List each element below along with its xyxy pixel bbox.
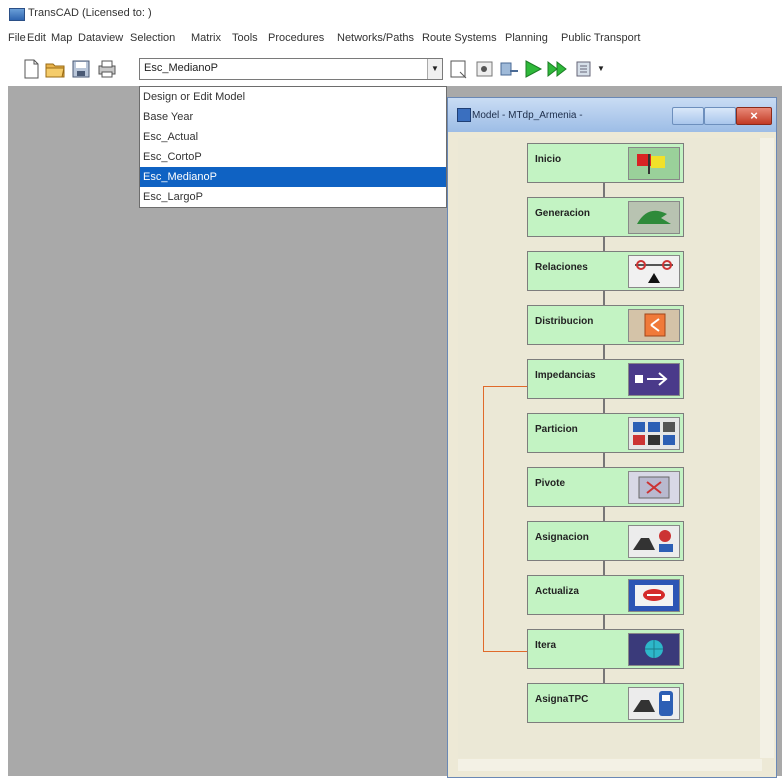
update-monitor-icon: [628, 579, 680, 612]
fast-forward-icon[interactable]: [546, 58, 568, 80]
transit-assignment-icon: [628, 687, 680, 720]
print-icon[interactable]: [96, 58, 118, 80]
step-label: Inicio: [535, 154, 562, 165]
model-list-chevron-down-icon[interactable]: ▼: [597, 64, 605, 73]
menu-bar: File Edit Map Dataview Selection Matrix …: [0, 30, 782, 50]
transcad-app-icon: [9, 8, 25, 21]
model-window: Model - MTdp_Armenia - × Inicio Generaci…: [447, 97, 777, 778]
modal-split-icon: [628, 417, 680, 450]
pivot-icon: [628, 471, 680, 504]
step-inicio[interactable]: Inicio: [527, 143, 684, 183]
close-button[interactable]: ×: [736, 107, 772, 125]
dropdown-option-design-model[interactable]: Design or Edit Model: [140, 87, 446, 107]
connector-line: [603, 559, 605, 575]
step-distribucion[interactable]: Distribucion: [527, 305, 684, 345]
connector-line: [603, 397, 605, 413]
menu-file[interactable]: File: [8, 32, 26, 44]
step-asignacion[interactable]: Asignacion: [527, 521, 684, 561]
connector-line: [603, 289, 605, 305]
dropdown-option-base-year[interactable]: Base Year: [140, 107, 446, 127]
menu-selection[interactable]: Selection: [130, 32, 175, 44]
chevron-down-icon[interactable]: ▼: [427, 59, 442, 79]
step-label: AsignaTPC: [535, 694, 589, 705]
connector-line: [603, 505, 605, 521]
play-icon[interactable]: [522, 58, 544, 80]
model-list-icon[interactable]: [574, 58, 596, 80]
step-actualiza[interactable]: Actualiza: [527, 575, 684, 615]
step-label: Asignacion: [535, 532, 589, 543]
menu-edit[interactable]: Edit: [27, 32, 46, 44]
balance-scale-icon: [628, 255, 680, 288]
menu-public-transport[interactable]: Public Transport: [561, 32, 640, 44]
connector-line: [603, 667, 605, 683]
menu-matrix[interactable]: Matrix: [191, 32, 221, 44]
step-particion[interactable]: Particion: [527, 413, 684, 453]
dropdown-option-esc-medianop[interactable]: Esc_MedianoP: [140, 167, 446, 187]
app-title: TransCAD (Licensed to: ): [28, 7, 152, 19]
menu-planning[interactable]: Planning: [505, 32, 548, 44]
vertical-scrollbar[interactable]: [760, 138, 774, 758]
open-folder-icon[interactable]: [44, 58, 66, 80]
dropdown-option-esc-largop[interactable]: Esc_LargoP: [140, 187, 446, 207]
step-label: Relaciones: [535, 262, 588, 273]
step-generacion[interactable]: Generacion: [527, 197, 684, 237]
maximize-button[interactable]: [704, 107, 736, 125]
app-title-bar: TransCAD (Licensed to: ): [0, 0, 782, 26]
model-flowchart-canvas: Inicio Generacion Relaciones Distribucio…: [458, 138, 762, 758]
connector-line: [603, 343, 605, 359]
connector-line: [603, 451, 605, 467]
menu-tools[interactable]: Tools: [232, 32, 258, 44]
connector-line: [603, 613, 605, 629]
run-step-icon[interactable]: [498, 58, 520, 80]
settings-gear-icon[interactable]: [474, 58, 496, 80]
minimize-button[interactable]: [672, 107, 704, 125]
connector-line: [603, 181, 605, 197]
new-model-icon[interactable]: [448, 58, 470, 80]
menu-dataview[interactable]: Dataview: [78, 32, 123, 44]
horizontal-scrollbar[interactable]: [458, 759, 762, 771]
impedance-arrow-icon: [628, 363, 680, 396]
step-relaciones[interactable]: Relaciones: [527, 251, 684, 291]
step-pivote[interactable]: Pivote: [527, 467, 684, 507]
scenario-combo[interactable]: Esc_MedianoP ▼: [139, 58, 443, 80]
step-label: Impedancias: [535, 370, 596, 381]
step-label: Pivote: [535, 478, 566, 489]
generation-icon: [628, 201, 680, 234]
step-label: Generacion: [535, 208, 591, 219]
menu-procedures[interactable]: Procedures: [268, 32, 324, 44]
dropdown-option-esc-cortop[interactable]: Esc_CortoP: [140, 147, 446, 167]
step-asignatpc[interactable]: AsignaTPC: [527, 683, 684, 723]
feedback-loop-line: [483, 386, 528, 652]
model-window-titlebar[interactable]: Model - MTdp_Armenia - ×: [448, 98, 776, 132]
distribution-icon: [628, 309, 680, 342]
menu-map[interactable]: Map: [51, 32, 72, 44]
model-window-title: Model - MTdp_Armenia -: [472, 110, 583, 121]
iterate-globe-icon: [628, 633, 680, 666]
step-itera[interactable]: Itera: [527, 629, 684, 669]
menu-route-systems[interactable]: Route Systems: [422, 32, 497, 44]
start-flags-icon: [628, 147, 680, 180]
connector-line: [603, 235, 605, 251]
scenario-combo-value: Esc_MedianoP: [144, 62, 218, 74]
menu-networks-paths[interactable]: Networks/Paths: [337, 32, 414, 44]
step-impedancias[interactable]: Impedancias: [527, 359, 684, 399]
scenario-dropdown-list[interactable]: Design or Edit Model Base Year Esc_Actua…: [139, 86, 447, 208]
save-icon[interactable]: [70, 58, 92, 80]
step-label: Actualiza: [535, 586, 579, 597]
assignment-vehicles-icon: [628, 525, 680, 558]
step-label: Particion: [535, 424, 578, 435]
toolbar: Esc_MedianoP ▼ ▼: [0, 55, 782, 85]
model-window-icon: [457, 108, 471, 122]
step-label: Distribucion: [535, 316, 594, 327]
step-label: Itera: [535, 640, 557, 651]
new-file-icon[interactable]: [20, 58, 42, 80]
dropdown-option-esc-actual[interactable]: Esc_Actual: [140, 127, 446, 147]
